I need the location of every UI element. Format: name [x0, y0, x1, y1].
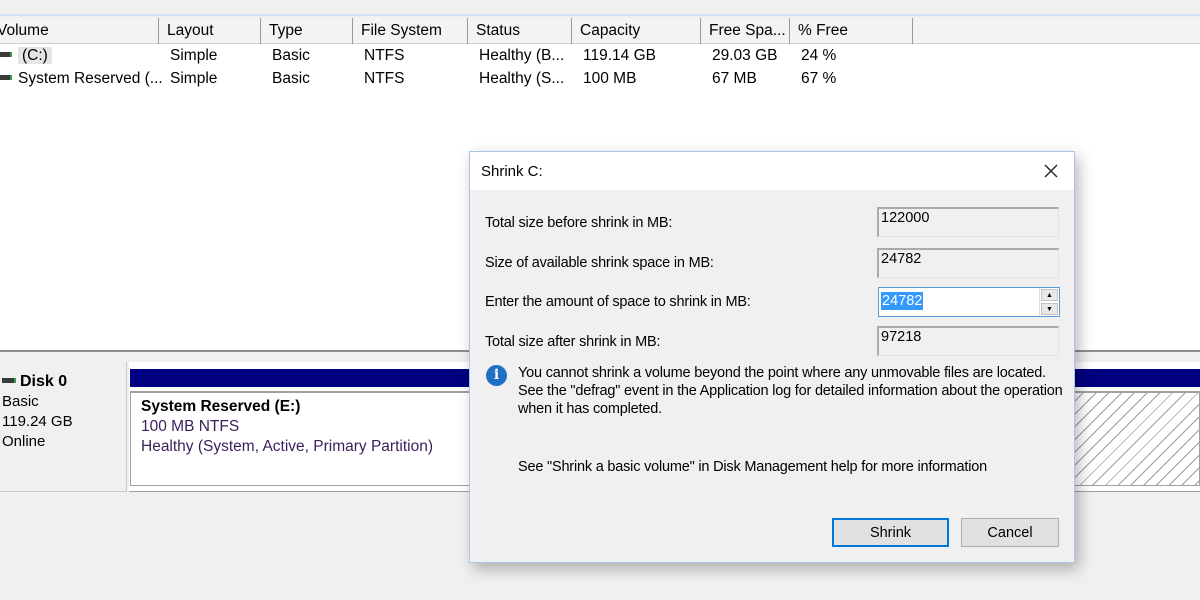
layout-cell: Simple	[170, 70, 218, 87]
volume-list-header: Volume Layout Type File System Status Ca…	[0, 18, 1200, 44]
partition-system-reserved[interactable]: System Reserved (E:) 100 MB NTFS Healthy…	[130, 391, 470, 486]
partition-name: System Reserved (E:)	[141, 398, 301, 415]
layout-cell: Simple	[170, 47, 218, 64]
capacity-cell: 100 MB	[583, 70, 637, 87]
column-header-capacity[interactable]: Capacity	[572, 18, 701, 44]
table-row[interactable]: (C:) Simple Basic NTFS Healthy (B... 119…	[0, 44, 1200, 67]
partition-status: Healthy (System, Active, Primary Partiti…	[141, 438, 433, 455]
volume-name[interactable]: System Reserved (...	[18, 70, 162, 87]
disk-size: 119.24 GB	[2, 413, 73, 430]
drive-icon	[0, 75, 12, 81]
partition-bar-system-reserved	[130, 369, 471, 387]
help-message: See "Shrink a basic volume" in Disk Mana…	[518, 459, 987, 475]
percent-free-cell: 24 %	[801, 47, 837, 64]
disk-icon	[2, 378, 16, 384]
table-row[interactable]: System Reserved (... Simple Basic NTFS H…	[0, 67, 1200, 90]
disk-state: Online	[2, 433, 46, 450]
column-header-file-system[interactable]: File System	[353, 18, 468, 44]
spin-up-button[interactable]: ▲	[1041, 289, 1058, 301]
total-size-before-field: 122000	[877, 207, 1059, 237]
column-header-percent-free[interactable]: % Free	[790, 18, 913, 44]
column-header-layout[interactable]: Layout	[159, 18, 261, 44]
disk-type: Basic	[2, 393, 39, 410]
dialog-title: Shrink C:	[481, 163, 543, 180]
capacity-cell: 119.14 GB	[583, 47, 656, 64]
available-shrink-label: Size of available shrink space in MB:	[485, 255, 714, 271]
triangle-down-icon: ▼	[1046, 305, 1053, 313]
shrink-dialog: Shrink C: Total size before shrink in MB…	[469, 151, 1075, 563]
shrink-amount-stepper[interactable]: 24782 ▲ ▼	[878, 287, 1060, 317]
partition-hatched[interactable]	[1073, 391, 1200, 486]
status-cell: Healthy (B...	[479, 47, 565, 64]
available-shrink-field: 24782	[877, 248, 1059, 278]
column-header-filler	[913, 18, 1200, 44]
info-message: You cannot shrink a volume beyond the po…	[518, 365, 1063, 417]
total-size-after-label: Total size after shrink in MB:	[485, 334, 661, 350]
column-header-free-space[interactable]: Free Spa...	[701, 18, 790, 44]
triangle-up-icon: ▲	[1046, 291, 1053, 299]
toolbar-strip	[0, 0, 1200, 16]
disk-info[interactable]: Disk 0 Basic 119.24 GB Online	[0, 362, 127, 492]
file-system-cell: NTFS	[364, 47, 405, 64]
info-icon: i	[486, 365, 507, 386]
spin-down-button[interactable]: ▼	[1041, 303, 1058, 315]
shrink-button[interactable]: Shrink	[832, 518, 949, 547]
volume-name[interactable]: (C:)	[18, 47, 52, 64]
free-space-cell: 29.03 GB	[712, 47, 778, 64]
free-space-cell: 67 MB	[712, 70, 757, 87]
close-button[interactable]	[1034, 156, 1068, 186]
partition-bar-right	[1073, 369, 1200, 387]
close-icon	[1044, 164, 1058, 178]
column-header-status[interactable]: Status	[468, 18, 572, 44]
total-size-after-field: 97218	[877, 326, 1059, 356]
dialog-titlebar[interactable]: Shrink C:	[470, 152, 1074, 190]
drive-icon	[0, 52, 12, 58]
percent-free-cell: 67 %	[801, 70, 837, 87]
partition-size-fs: 100 MB NTFS	[141, 418, 240, 435]
file-system-cell: NTFS	[364, 70, 405, 87]
cancel-button[interactable]: Cancel	[961, 518, 1059, 547]
type-cell: Basic	[272, 70, 310, 87]
total-size-before-label: Total size before shrink in MB:	[485, 215, 673, 231]
shrink-amount-input[interactable]: 24782	[881, 292, 924, 310]
type-cell: Basic	[272, 47, 310, 64]
column-header-volume[interactable]: Volume	[0, 18, 159, 44]
column-header-type[interactable]: Type	[261, 18, 353, 44]
disk-name: Disk 0	[20, 373, 68, 390]
shrink-amount-label: Enter the amount of space to shrink in M…	[485, 294, 751, 310]
status-cell: Healthy (S...	[479, 70, 565, 87]
